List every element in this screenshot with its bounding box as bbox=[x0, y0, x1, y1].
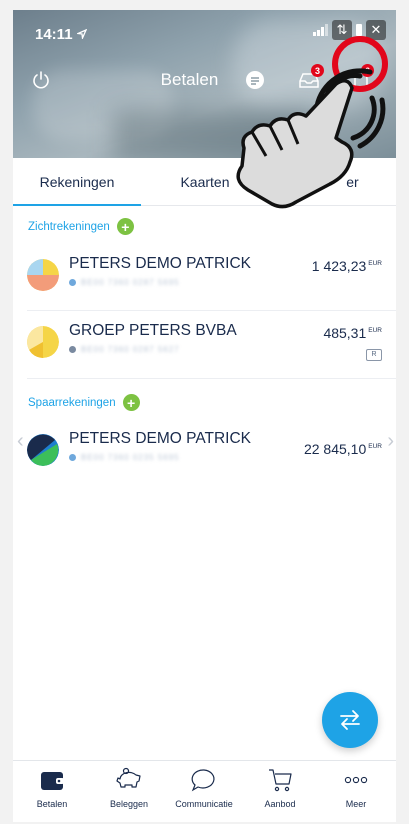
phone-screen: 14:11 ⇅ ✕ Betalen 3 6 Rekeningen Kaarten… bbox=[13, 10, 396, 822]
nav-meer[interactable]: Meer bbox=[321, 767, 391, 809]
account-avatar bbox=[27, 259, 59, 291]
section-spaarrekeningen: Spaarrekeningen + bbox=[28, 394, 140, 411]
tab-bar: Rekeningen Kaarten er bbox=[13, 158, 396, 206]
shopping-cart-icon bbox=[269, 769, 292, 792]
nav-label: Meer bbox=[345, 799, 367, 809]
account-balance: 22 845,10 EUR bbox=[303, 441, 382, 457]
page-title: Betalen bbox=[160, 70, 219, 89]
signal-icon bbox=[313, 24, 328, 36]
divider bbox=[27, 310, 396, 311]
account-iban: BE00 7360 0287 5695 bbox=[69, 278, 180, 287]
status-time: 14:11 bbox=[35, 26, 87, 43]
divider bbox=[27, 378, 396, 379]
tab-kaarten[interactable]: Kaarten bbox=[141, 158, 269, 206]
transfer-button[interactable] bbox=[322, 692, 378, 748]
account-avatar bbox=[27, 434, 59, 466]
carousel-right-chevron-icon[interactable]: › bbox=[387, 430, 394, 453]
tab-rekeningen[interactable]: Rekeningen bbox=[13, 158, 141, 206]
section-title: Zichtrekeningen bbox=[28, 220, 110, 233]
nav-aanbod[interactable]: Aanbod bbox=[245, 767, 315, 809]
account-name: PETERS DEMO PATRICK bbox=[69, 255, 252, 272]
inbox-badge: 3 bbox=[311, 64, 324, 77]
tab-meer[interactable]: er bbox=[269, 158, 396, 206]
nav-beleggen[interactable]: Beleggen bbox=[94, 767, 164, 809]
bottom-navigation: Betalen Beleggen Communicatie Aanbod Mee… bbox=[13, 760, 396, 822]
account-name: PETERS DEMO PATRICK bbox=[69, 430, 252, 447]
account-name: GROEP PETERS BVBA bbox=[69, 322, 237, 339]
account-iban: BE00 7360 0235 5695 bbox=[69, 453, 180, 462]
wallet-icon bbox=[41, 772, 64, 790]
status-time-text: 14:11 bbox=[35, 26, 73, 43]
notifications-button[interactable]: 6 bbox=[349, 64, 374, 92]
section-zichtrekeningen: Zichtrekeningen + bbox=[28, 218, 134, 235]
account-row[interactable]: GROEP PETERS BVBA BE00 7360 0287 5627 48… bbox=[13, 313, 396, 377]
account-iban: BE00 7360 0287 5627 bbox=[69, 345, 180, 354]
add-savings-account-button[interactable]: + bbox=[122, 394, 140, 411]
account-balance: 1 423,23 EUR bbox=[311, 258, 382, 274]
speech-bubble-icon bbox=[191, 769, 215, 792]
nav-label: Aanbod bbox=[264, 799, 296, 809]
location-arrow-icon bbox=[75, 28, 87, 41]
network-toggle-icon: ⇅ bbox=[332, 20, 352, 40]
account-row[interactable]: PETERS DEMO PATRICK BE00 7360 0287 5695 … bbox=[13, 246, 396, 310]
account-avatar bbox=[27, 326, 59, 358]
nav-betalen[interactable]: Betalen bbox=[17, 767, 87, 809]
status-icons: ⇅ ✕ bbox=[313, 20, 386, 40]
inbox-button[interactable]: 3 bbox=[297, 64, 324, 92]
chat-icon[interactable] bbox=[243, 68, 267, 92]
transfer-arrows-icon bbox=[340, 710, 360, 730]
nav-label: Betalen bbox=[36, 799, 68, 809]
account-balance: 485,31 EUR bbox=[323, 325, 382, 341]
close-overlay-icon[interactable]: ✕ bbox=[366, 20, 386, 40]
add-current-account-button[interactable]: + bbox=[116, 218, 134, 235]
nav-label: Communicatie bbox=[175, 799, 233, 809]
deposit-icon: R bbox=[366, 349, 382, 361]
piggy-bank-icon bbox=[116, 767, 141, 788]
carousel-left-chevron-icon[interactable]: ‹ bbox=[17, 430, 24, 453]
battery-icon bbox=[356, 24, 362, 36]
account-row[interactable]: PETERS DEMO PATRICK BE00 7360 0235 5695 … bbox=[13, 421, 396, 485]
active-tab-indicator bbox=[13, 204, 141, 206]
nav-communicatie[interactable]: Communicatie bbox=[169, 767, 239, 809]
nav-label: Beleggen bbox=[109, 799, 149, 809]
section-title: Spaarrekeningen bbox=[28, 396, 116, 409]
more-dots-icon bbox=[344, 776, 368, 784]
notification-badge: 6 bbox=[361, 64, 374, 77]
header: 14:11 ⇅ ✕ Betalen 3 6 bbox=[13, 10, 396, 158]
